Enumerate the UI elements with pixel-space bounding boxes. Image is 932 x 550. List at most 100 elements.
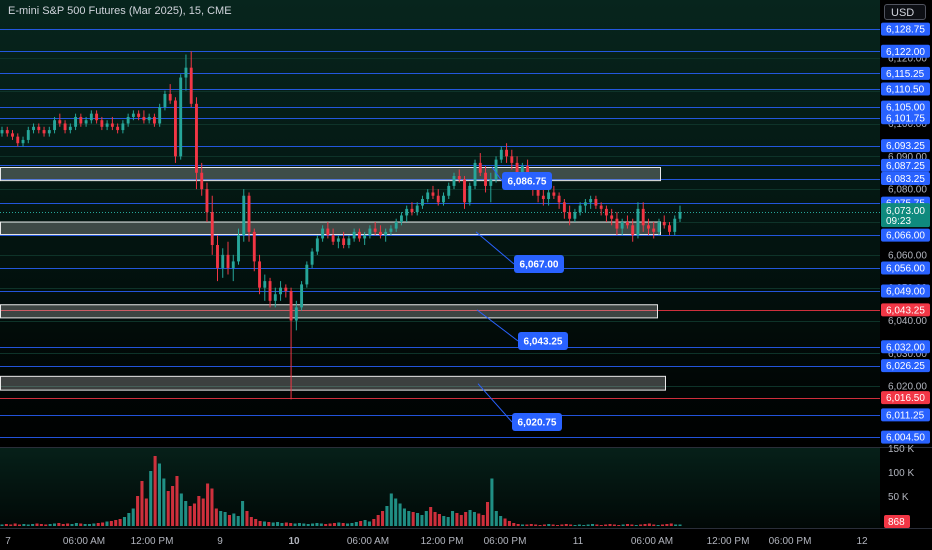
volume-bar <box>149 471 153 526</box>
candle-body <box>321 228 325 239</box>
volume-bar <box>293 523 297 526</box>
volume-bar <box>66 523 70 526</box>
candle-body <box>405 208 409 216</box>
volume-bar <box>547 524 551 526</box>
volume-bar <box>136 496 140 526</box>
volume-bar <box>525 524 529 526</box>
candle-body <box>84 120 88 124</box>
price-callout-label: 6,043.25 <box>524 337 563 348</box>
price-level-tag-text: 6,128.75 <box>886 25 925 36</box>
time-axis-label: 12:00 PM <box>421 536 464 547</box>
volume-tick-label: 50 K <box>888 492 909 503</box>
zone-rectangle[interactable] <box>0 167 661 182</box>
volume-bar <box>271 522 275 526</box>
price-level-tag-text: 6,043.25 <box>886 305 925 316</box>
volume-bar <box>665 524 669 526</box>
volume-bar <box>503 518 507 526</box>
volume-bar <box>87 524 92 526</box>
volume-bar <box>302 523 306 526</box>
chart-title: E-mini S&P 500 Futures (Mar 2025), 15, C… <box>8 5 232 17</box>
currency-button[interactable]: USD <box>884 4 926 20</box>
candle-body <box>16 136 20 144</box>
volume-bar <box>551 524 555 526</box>
volume-bar <box>232 513 236 526</box>
volume-bar <box>153 456 157 526</box>
volume-bar <box>297 523 301 526</box>
price-callout-label: 6,086.75 <box>508 177 547 188</box>
candle-body <box>63 123 67 131</box>
volume-bar <box>402 508 406 526</box>
volume-bar <box>674 524 678 526</box>
candle-body <box>279 287 283 295</box>
candle-body <box>205 189 209 213</box>
zone-rectangle[interactable] <box>0 221 661 235</box>
candle-body <box>331 235 335 242</box>
volume-bar <box>499 516 503 526</box>
volume-bar <box>96 523 100 526</box>
volume-bar <box>332 523 336 526</box>
price-tick-label: 6,040.00 <box>888 316 927 327</box>
price-chart[interactable]: 6,086.75 6,067.00 6,043.25 6,020.75 150 K 10… <box>0 0 932 550</box>
candle-body <box>594 199 598 206</box>
volume-bar <box>669 523 673 526</box>
volume-bar <box>630 524 634 526</box>
candle-body <box>357 231 361 239</box>
volume-bar <box>17 524 22 526</box>
candle-body <box>568 212 572 219</box>
volume-bar <box>74 523 78 526</box>
volume-bar <box>569 524 573 526</box>
volume-bar <box>437 514 441 526</box>
volume-bar <box>354 522 358 526</box>
price-level-tag-text: 6,115.25 <box>886 69 925 80</box>
candle-body <box>599 205 603 209</box>
volume-bar <box>398 503 402 526</box>
chart-area[interactable]: 6,086.75 6,067.00 6,043.25 6,020.75 150 K 10… <box>0 0 932 550</box>
time-axis-label: 06:00 PM <box>769 536 812 547</box>
volume-bar <box>319 523 323 526</box>
volume-bar <box>171 486 175 526</box>
candle-body <box>652 228 656 232</box>
volume-bar <box>227 515 231 526</box>
price-callout-label: 6,067.00 <box>520 260 559 271</box>
volume-bar <box>57 523 61 526</box>
candle-body <box>673 218 677 232</box>
candle-body <box>237 235 240 262</box>
candle-body <box>216 244 219 268</box>
volume-bar <box>372 519 376 526</box>
volume-bar <box>52 523 57 526</box>
volume-bar <box>376 515 380 526</box>
volume-bar <box>109 521 113 526</box>
time-axis-label: 06:00 AM <box>631 536 673 547</box>
candle-body <box>620 222 624 229</box>
volume-bar <box>166 491 170 526</box>
candle-body <box>394 222 398 229</box>
candle-body <box>552 192 556 196</box>
candle-body <box>641 208 645 226</box>
candle-body <box>200 172 204 190</box>
candle-body <box>384 231 388 236</box>
volume-bar <box>381 511 385 526</box>
volume-bar <box>92 523 96 526</box>
price-level-tag-text: 6,026.25 <box>886 361 925 372</box>
volume-bar <box>468 510 472 526</box>
bar-countdown: 09:23 <box>886 216 911 227</box>
volume-bar <box>590 524 595 526</box>
volume-bar <box>9 524 13 526</box>
candle-body <box>657 222 661 232</box>
time-axis-label: 06:00 AM <box>347 536 389 547</box>
price-level-tag-text: 6,083.25 <box>886 174 925 185</box>
zone-rectangle[interactable] <box>0 375 666 391</box>
volume-bar <box>254 519 258 526</box>
candle-body <box>536 189 540 196</box>
candle-body <box>647 225 650 229</box>
candle-body <box>499 149 503 160</box>
volume-bar <box>582 525 586 526</box>
zone-rectangle[interactable] <box>0 304 658 319</box>
time-axis-label: 11 <box>573 536 584 547</box>
volume-bar <box>534 524 538 526</box>
volume-bar <box>639 524 643 526</box>
candle-body <box>305 264 309 285</box>
volume-bar <box>258 521 262 526</box>
candle-body <box>473 162 477 186</box>
candle-body <box>37 126 41 131</box>
